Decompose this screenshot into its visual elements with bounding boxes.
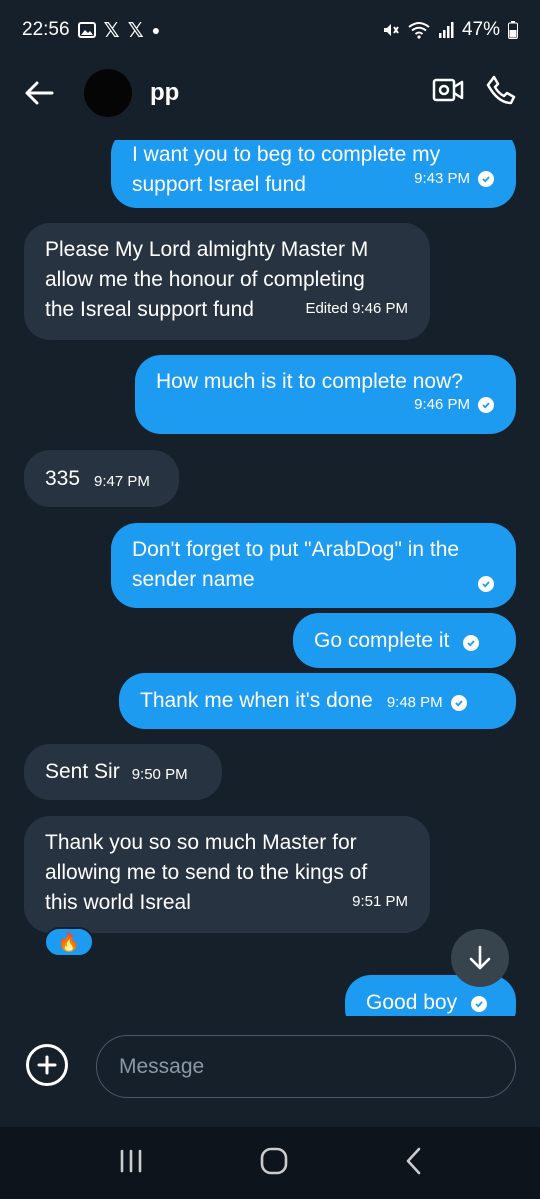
scroll-to-bottom-button[interactable] bbox=[451, 929, 509, 987]
outgoing-message[interactable]: Don't forget to put "ArabDog" in the sen… bbox=[111, 523, 516, 608]
video-call-button[interactable] bbox=[432, 77, 464, 108]
incoming-message[interactable]: Sent Sir 9:50 PM bbox=[24, 744, 222, 800]
message-time: 9:48 PM bbox=[386, 694, 443, 711]
message-time: Edited 9:46 PM bbox=[305, 300, 408, 317]
fire-reaction[interactable]: 🔥 bbox=[44, 927, 94, 957]
incoming-message[interactable]: 335 9:47 PM bbox=[24, 450, 179, 507]
nav-back-button[interactable] bbox=[404, 1147, 422, 1180]
avatar[interactable] bbox=[84, 68, 132, 117]
message-meta bbox=[478, 576, 494, 592]
message-time: 9:51 PM bbox=[352, 893, 408, 910]
wifi-icon bbox=[408, 22, 430, 39]
message-meta: 9:48 PM bbox=[387, 688, 467, 718]
message-text-line: Thank me when it's done bbox=[140, 689, 373, 712]
message-text-line: Good boy bbox=[366, 991, 458, 1014]
message-meta: Edited 9:46 PM bbox=[305, 294, 408, 324]
message-text-line: Please My Lord almighty Master M bbox=[45, 238, 369, 261]
message-time: 9:43 PM bbox=[414, 170, 470, 187]
battery-percent: 47% bbox=[461, 19, 500, 40]
message-text-line: Thank you so so much Master for bbox=[45, 831, 357, 854]
incoming-message[interactable]: Thank you so so much Master for allowing… bbox=[24, 816, 430, 933]
battery-icon bbox=[508, 21, 518, 39]
mute-icon bbox=[383, 24, 399, 36]
message-text-line: allow me the honour of completing bbox=[45, 268, 365, 291]
message-text-line: 335 bbox=[45, 466, 81, 490]
video-call-icon bbox=[432, 78, 464, 102]
chat-header: pp bbox=[0, 60, 540, 125]
system-nav-bar bbox=[0, 1127, 540, 1199]
read-check-icon bbox=[478, 576, 494, 592]
add-attachment-button[interactable] bbox=[26, 1044, 68, 1086]
message-meta: 9:51 PM bbox=[352, 887, 408, 917]
status-time: 22:56 bbox=[22, 19, 70, 40]
outgoing-message[interactable]: I want you to beg to complete my support… bbox=[111, 140, 516, 208]
message-text-line: sender name bbox=[132, 568, 255, 591]
message-text-line: Go complete it bbox=[314, 628, 450, 652]
read-check-icon bbox=[471, 996, 488, 1012]
back-icon bbox=[406, 1147, 421, 1174]
back-arrow-icon bbox=[25, 81, 54, 104]
conversation-title[interactable]: pp bbox=[150, 79, 179, 107]
back-button[interactable] bbox=[24, 73, 64, 113]
notification-dot-icon: ● bbox=[151, 22, 161, 38]
header-actions bbox=[432, 75, 516, 110]
message-input[interactable] bbox=[96, 1035, 516, 1098]
arrow-down-icon bbox=[469, 945, 491, 970]
outgoing-message[interactable]: Go complete it bbox=[293, 613, 516, 668]
phone-icon bbox=[486, 75, 516, 105]
x-logo-icon: 𝕏 bbox=[103, 19, 120, 42]
message-composer bbox=[0, 1030, 540, 1100]
read-check-icon bbox=[450, 695, 467, 711]
status-left: 22:56 𝕏 𝕏 ● bbox=[22, 18, 160, 43]
status-right: 47% bbox=[382, 19, 518, 41]
message-time: 9:47 PM bbox=[94, 472, 150, 490]
message-text-line: Sent Sir bbox=[45, 760, 120, 783]
outgoing-message[interactable]: Thank me when it's done 9:48 PM bbox=[119, 673, 516, 729]
recent-apps-button[interactable] bbox=[118, 1149, 144, 1178]
plus-circle-icon bbox=[37, 1055, 57, 1075]
signal-icon bbox=[438, 22, 454, 38]
message-meta: 9:43 PM bbox=[414, 164, 494, 194]
read-check-icon bbox=[478, 171, 494, 187]
image-icon bbox=[77, 22, 96, 38]
read-check-icon bbox=[478, 397, 494, 413]
message-time: 9:50 PM bbox=[131, 766, 188, 783]
home-icon bbox=[260, 1147, 288, 1174]
phone-call-button[interactable] bbox=[486, 75, 516, 110]
fire-reaction-emoji: 🔥 bbox=[57, 931, 81, 952]
read-check-icon bbox=[463, 634, 480, 651]
message-time: 9:46 PM bbox=[414, 396, 470, 413]
incoming-message[interactable]: Please My Lord almighty Master M allow m… bbox=[24, 223, 430, 340]
home-button[interactable] bbox=[260, 1147, 288, 1180]
message-meta: 9:46 PM bbox=[414, 390, 494, 420]
message-text-line: Don't forget to put "ArabDog" in the bbox=[132, 538, 460, 561]
outgoing-message[interactable]: How much is it to complete now? 9:46 PM bbox=[135, 355, 516, 434]
recent-apps-icon bbox=[120, 1149, 142, 1172]
x-logo-icon: 𝕏 bbox=[127, 19, 144, 42]
message-list[interactable]: I want you to beg to complete my support… bbox=[0, 140, 540, 1016]
status-bar: 22:56 𝕏 𝕏 ● 47% bbox=[0, 0, 540, 60]
message-text-line: allowing me to send to the kings of bbox=[45, 861, 368, 884]
